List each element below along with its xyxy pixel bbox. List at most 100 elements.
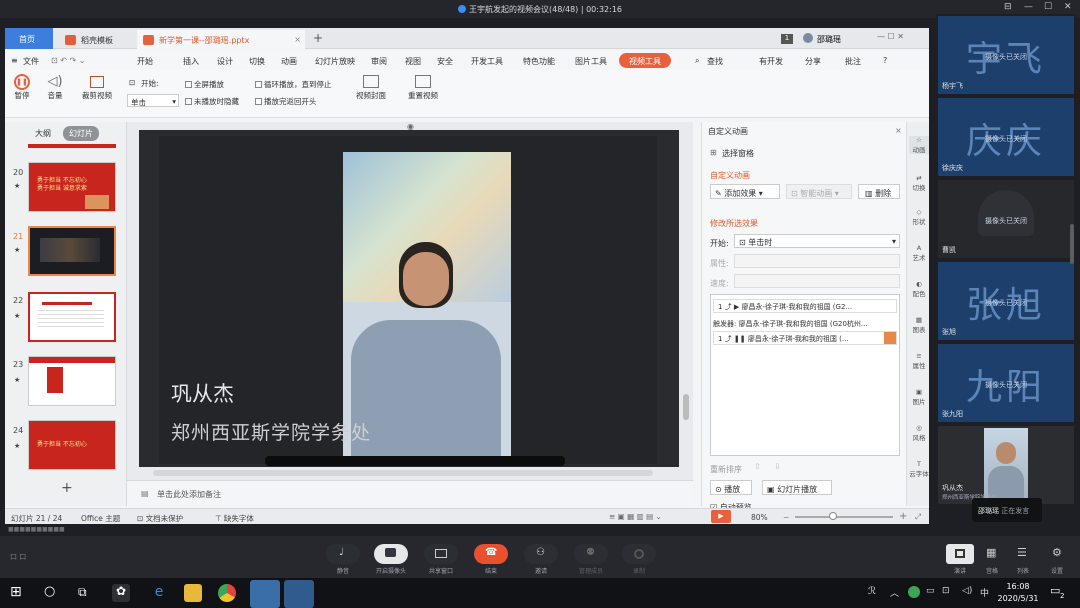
hamburger-icon[interactable]: ≡: [11, 56, 18, 65]
slide-thumb[interactable]: [28, 356, 116, 406]
menu-item[interactable]: 审阅: [371, 56, 387, 67]
people-icon[interactable]: ℛ: [868, 586, 876, 597]
folder-icon[interactable]: [184, 584, 202, 602]
menu-item[interactable]: 设计: [217, 56, 233, 67]
participant-tile[interactable]: 摄像头已关闭 曹凯: [938, 180, 1074, 258]
speed-select[interactable]: [734, 274, 900, 288]
slide-thumb-selected[interactable]: [28, 226, 116, 276]
smart-anim-button[interactable]: ⊡ 智能动画 ▾: [786, 184, 852, 199]
app-icon[interactable]: [284, 580, 314, 608]
anim-item-dropdown[interactable]: [884, 332, 896, 344]
add-slide-icon[interactable]: +: [61, 480, 73, 496]
strip-style[interactable]: ◎ 风格: [909, 424, 929, 442]
tab-template[interactable]: 稻壳模板: [59, 30, 121, 49]
rewind-checkbox[interactable]: 播放完返回开头: [255, 96, 317, 107]
participant-tile-video[interactable]: 巩从杰 郑州西亚斯学院学务处: [938, 426, 1074, 504]
settings-icon[interactable]: ⚙: [1052, 546, 1062, 559]
menu-item[interactable]: 切换: [249, 56, 265, 67]
list-view-icon[interactable]: ☰: [1017, 546, 1027, 559]
video-frame[interactable]: [343, 152, 511, 456]
pin-icon[interactable]: ⊟: [1004, 2, 1012, 12]
search-label[interactable]: 查找: [707, 56, 723, 67]
share-button[interactable]: 分享: [805, 56, 821, 67]
volume-icon[interactable]: ◁): [962, 586, 972, 596]
speaker-view-button[interactable]: [946, 544, 974, 564]
menu-item[interactable]: 开始: [137, 56, 153, 67]
view-mode-icons[interactable]: ≡ ▣ ▦ ▥ ▤ ⌄: [609, 512, 662, 521]
help-icon[interactable]: ?: [883, 56, 887, 65]
strip-property[interactable]: ≡ 属性: [909, 352, 929, 370]
zoom-out-icon[interactable]: −: [783, 513, 789, 522]
anim-item[interactable]: 1 ⤴ ❚❚ 廖昌永-徐子琪-我和我的祖国 (...: [713, 331, 897, 345]
share-window-button[interactable]: [424, 544, 458, 564]
participant-scrollbar[interactable]: [1070, 224, 1074, 264]
tab-home[interactable]: 首页: [5, 28, 53, 49]
strip-shape[interactable]: ◇ 形状: [909, 208, 929, 226]
task-view-icon[interactable]: ⧉: [78, 585, 87, 600]
play-button[interactable]: ⊙ 播放: [710, 480, 752, 495]
slide-thumb[interactable]: 勇于担当 不忘初心: [28, 420, 116, 470]
slide-thumb[interactable]: [28, 292, 116, 342]
menu-item[interactable]: 幻灯片放映: [315, 56, 355, 67]
slideshow-play-icon[interactable]: ▶: [711, 510, 731, 523]
video-cover-button[interactable]: 视频封面: [351, 74, 391, 101]
clip-video-button[interactable]: 裁剪视频: [77, 74, 117, 101]
volume-button[interactable]: ◁) 音量: [41, 74, 69, 101]
camera-button[interactable]: [374, 544, 408, 564]
record-button[interactable]: [622, 544, 656, 564]
comment-button[interactable]: 批注: [845, 56, 861, 67]
tray-app-icon[interactable]: [908, 586, 920, 598]
menu-item[interactable]: 插入: [183, 56, 199, 67]
search-icon[interactable]: ⌕: [695, 56, 699, 66]
slide-thumb[interactable]: 勇于担当 不忘初心 勇于担当 诚意求索: [28, 162, 116, 212]
fit-window-icon[interactable]: ⤢: [915, 512, 921, 522]
windows-start-icon[interactable]: ⊞: [10, 584, 22, 600]
tab-outline[interactable]: 大纲: [35, 128, 51, 139]
fullscreen-checkbox[interactable]: 全屏播放: [185, 79, 224, 90]
app-icon[interactable]: ✿: [112, 584, 130, 602]
notes-area[interactable]: ▤ 单击此处添加备注: [127, 480, 693, 506]
strip-art[interactable]: A 艺术: [909, 244, 929, 262]
menu-file[interactable]: 文件: [23, 56, 39, 67]
menu-item[interactable]: 动画: [281, 56, 297, 67]
clock-time[interactable]: 16:08: [1000, 582, 1036, 591]
menu-video-tools[interactable]: 视频工具: [619, 53, 671, 68]
chrome-icon[interactable]: [218, 584, 236, 602]
menu-item[interactable]: 开发工具: [471, 56, 503, 67]
new-tab-icon[interactable]: +: [313, 31, 323, 45]
start-select[interactable]: 单击 ▾: [127, 94, 179, 107]
protect-label[interactable]: ⊡ 文档未保护: [137, 513, 183, 524]
anim-item[interactable]: 1 ⤴ ▶ 廖昌永-徐子琪-我和我的祖国 (G2...: [713, 299, 897, 313]
meeting-app-icon[interactable]: [250, 580, 280, 608]
end-call-button[interactable]: ☎: [474, 544, 508, 564]
pause-button[interactable]: ❚❚ 暂停: [9, 74, 35, 101]
menu-item[interactable]: 安全: [437, 56, 453, 67]
battery-icon[interactable]: ▭: [926, 586, 935, 596]
clock-date[interactable]: 2020/5/31: [996, 594, 1040, 603]
mute-button[interactable]: ♩: [326, 544, 360, 564]
panel-close-icon[interactable]: ×: [895, 126, 902, 135]
tab-file[interactable]: 新学第一课--邵璐瑶.pptx ×: [137, 30, 305, 49]
close-icon[interactable]: ✕: [1064, 2, 1072, 12]
slide-thumb-partial[interactable]: [28, 144, 116, 148]
tab-slides[interactable]: 幻灯片: [63, 126, 99, 141]
video-controls-bar[interactable]: [265, 456, 565, 466]
slideshow-button[interactable]: ▣ 幻灯片播放: [762, 480, 832, 495]
manage-members-button[interactable]: ⚉: [574, 544, 608, 564]
strip-cloud-font[interactable]: T 云字体: [909, 460, 929, 478]
reset-video-button[interactable]: 重置视频: [403, 74, 443, 101]
menu-item[interactable]: 特色功能: [523, 56, 555, 67]
zoom-slider[interactable]: [795, 516, 893, 518]
participant-tile[interactable]: 九阳 摄像头已关闭 张九阳: [938, 344, 1074, 422]
unsaved-label[interactable]: 有开发: [759, 56, 783, 67]
hide-checkbox[interactable]: 未播放时隐藏: [185, 96, 239, 107]
strip-chart[interactable]: ▦ 图表: [909, 316, 929, 334]
prop-select[interactable]: [734, 254, 900, 268]
participant-tile[interactable]: 宇飞 摄像头已关闭 杨宇飞: [938, 16, 1074, 94]
participant-tile[interactable]: 庆庆 摄像头已关闭 徐庆庆: [938, 98, 1074, 176]
user-name[interactable]: 邵璐瑶: [817, 34, 841, 45]
move-up-icon[interactable]: ⇧: [754, 462, 761, 471]
wps-window-controls[interactable]: — ☐ ✕: [877, 32, 904, 41]
menu-item[interactable]: 视图: [405, 56, 421, 67]
vertical-scrollbar[interactable]: [683, 394, 689, 420]
